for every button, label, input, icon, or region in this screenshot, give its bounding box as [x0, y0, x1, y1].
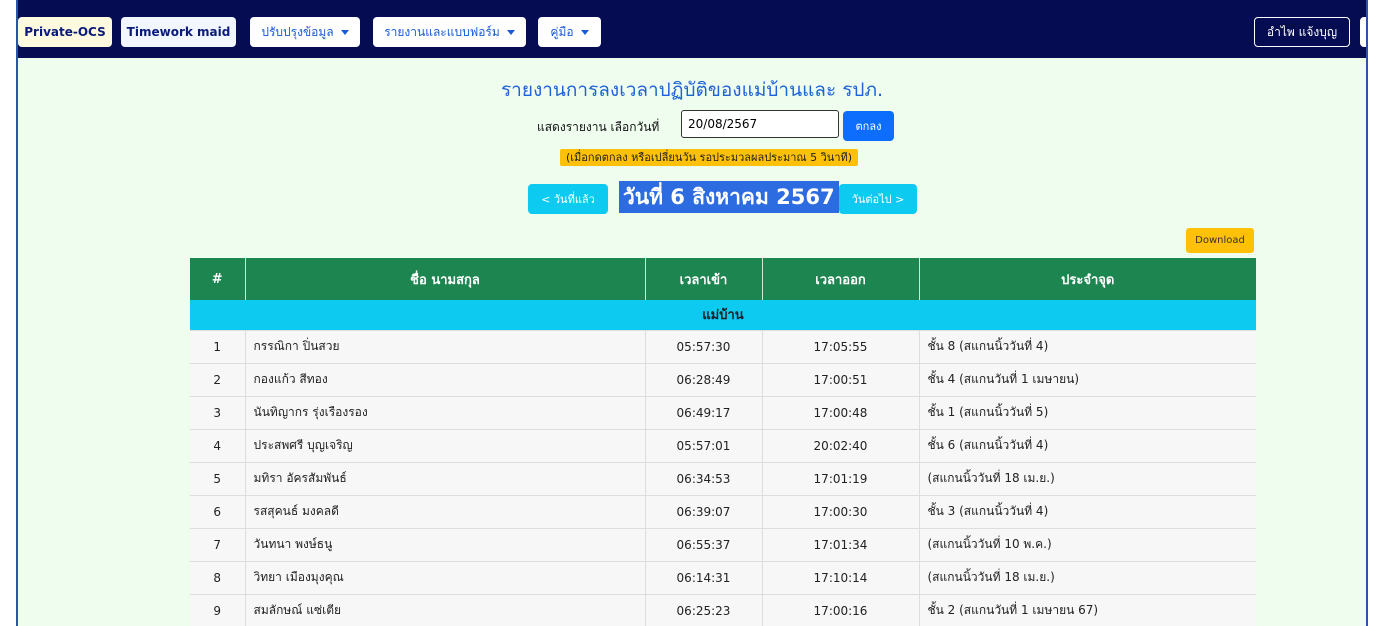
- col-header-time-in: เวลาเข้า: [645, 258, 763, 300]
- ok-button[interactable]: ตกลง: [843, 111, 894, 141]
- brand-button[interactable]: Private-OCS: [18, 17, 112, 47]
- employee-name: ประสพศรี บุญเจริญ: [245, 429, 646, 463]
- time-in: 06:25:23: [645, 594, 763, 626]
- time-in: 06:39:07: [645, 495, 763, 529]
- employee-name: วันทนา พงษ์ธนู: [245, 528, 646, 562]
- employee-name: รสสุคนธ์ มงคลดี: [245, 495, 646, 529]
- user-button[interactable]: อำไพ แจ้งบุญ: [1254, 17, 1350, 47]
- table-row: 3 นันทิญากร รุ่งเรืองรอง 06:49:17 17:00:48 ช…: [190, 396, 1256, 430]
- time-out: 17:01:34: [762, 528, 920, 562]
- time-out: 17:00:48: [762, 396, 920, 430]
- row-number: 3: [190, 396, 246, 430]
- table-row: 8 วิทยา เมืองมุงคุณ 06:14:31 17:10:14 (สแกนน…: [190, 561, 1256, 595]
- chevron-down-icon: [340, 29, 349, 35]
- date-form-label: แสดงรายงาน เลือกวันที่: [537, 120, 660, 134]
- download-button[interactable]: Download: [1186, 228, 1254, 253]
- update-data-menu[interactable]: ปรับปรุงข้อมูล: [250, 17, 360, 47]
- col-header-time-out: เวลาออก: [762, 258, 920, 300]
- table-row: 4 ประสพศรี บุญเจริญ 05:57:01 20:02:40 ชั้น 6…: [190, 429, 1256, 463]
- employee-name: วิทยา เมืองมุงคุณ: [245, 561, 646, 595]
- station: (สแกนนิ้ววันที่ 18 เม.ย.): [919, 462, 1256, 496]
- reports-forms-menu[interactable]: รายงานและแบบฟอร์ม: [373, 17, 526, 47]
- row-number: 7: [190, 528, 246, 562]
- table-row: 2 กองแก้ว สีทอง 06:28:49 17:00:51 ชั้น 4 (สแ…: [190, 363, 1256, 397]
- time-out: 17:10:14: [762, 561, 920, 595]
- group-row-maids: แม่บ้าน: [190, 300, 1256, 331]
- station: (สแกนนิ้ววันที่ 10 พ.ค.): [919, 528, 1256, 562]
- table-row: 7 วันทนา พงษ์ธนู 06:55:37 17:01:34 (สแกนนิ้ว…: [190, 528, 1256, 562]
- time-in: 05:57:30: [645, 330, 763, 364]
- time-in: 06:49:17: [645, 396, 763, 430]
- employee-name: กรรณิกา ปิ่นสวย: [245, 330, 646, 364]
- logout-button[interactable]: [1360, 17, 1366, 47]
- next-day-button[interactable]: วันต่อไป >: [839, 184, 917, 214]
- time-out: 17:00:30: [762, 495, 920, 529]
- update-data-label: ปรับปรุงข้อมูล: [261, 24, 334, 39]
- employee-name: สมลักษณ์ แซ่เตีย: [245, 594, 646, 626]
- time-out: 17:00:51: [762, 363, 920, 397]
- table-row: 9 สมลักษณ์ แซ่เตีย 06:25:23 17:00:16 ชั้น 2 …: [190, 594, 1256, 626]
- current-date-heading: วันที่ 6 สิงหาคม 2567: [619, 181, 839, 213]
- previous-day-button[interactable]: < วันที่แล้ว: [528, 184, 608, 214]
- time-out: 17:05:55: [762, 330, 920, 364]
- station: ชั้น 6 (สแกนนิ้ววันที่ 4): [919, 429, 1256, 463]
- time-out: 17:00:16: [762, 594, 920, 626]
- chevron-down-icon: [506, 29, 515, 35]
- station: ชั้น 1 (สแกนนิ้ววันที่ 5): [919, 396, 1256, 430]
- station: ชั้น 8 (สแกนนิ้ววันที่ 4): [919, 330, 1256, 364]
- row-number: 5: [190, 462, 246, 496]
- station: (สแกนนิ้ววันที่ 18 เม.ย.): [919, 561, 1256, 595]
- attendance-table: # ชื่อ นามสกุล เวลาเข้า เวลาออก ประจำจุด…: [190, 258, 1256, 626]
- timework-maid-button[interactable]: Timework maid: [121, 17, 236, 47]
- employee-name: กองแก้ว สีทอง: [245, 363, 646, 397]
- manual-label: คู่มือ: [550, 24, 574, 39]
- manual-menu[interactable]: คู่มือ: [538, 17, 601, 47]
- time-in: 06:28:49: [645, 363, 763, 397]
- station: ชั้น 2 (สแกนวันที่ 1 เมษายน 67): [919, 594, 1256, 626]
- date-input[interactable]: [681, 110, 839, 138]
- table-row: 6 รสสุคนธ์ มงคลดี 06:39:07 17:00:30 ชั้น 3 (…: [190, 495, 1256, 529]
- employee-name: นันทิญากร รุ่งเรืองรอง: [245, 396, 646, 430]
- time-out: 20:02:40: [762, 429, 920, 463]
- processing-note: (เมื่อกดตกลง หรือเปลี่ยนวัน รอประมวลผลปร…: [560, 149, 859, 166]
- time-in: 06:14:31: [645, 561, 763, 595]
- row-number: 4: [190, 429, 246, 463]
- time-in: 06:55:37: [645, 528, 763, 562]
- app-frame: Private-OCS Timework maid ปรับปรุงข้อมูล…: [16, 0, 1368, 626]
- row-number: 6: [190, 495, 246, 529]
- employee-name: มทิรา อัครสัมพันธ์: [245, 462, 646, 496]
- date-form: แสดงรายงาน เลือกวันที่ ตกลง: [18, 110, 1366, 141]
- time-out: 17:01:19: [762, 462, 920, 496]
- station: ชั้น 4 (สแกนวันที่ 1 เมษายน): [919, 363, 1256, 397]
- time-in: 05:57:01: [645, 429, 763, 463]
- station: ชั้น 3 (สแกนนิ้ววันที่ 4): [919, 495, 1256, 529]
- chevron-down-icon: [580, 29, 589, 35]
- table-row: 1 กรรณิกา ปิ่นสวย 05:57:30 17:05:55 ชั้น 8 (…: [190, 330, 1256, 364]
- col-header-station: ประจำจุด: [919, 258, 1256, 300]
- navbar: Private-OCS Timework maid ปรับปรุงข้อมูล…: [18, 0, 1366, 58]
- col-header-number: #: [190, 258, 246, 300]
- row-number: 1: [190, 330, 246, 364]
- table-row: 5 มทิรา อัครสัมพันธ์ 06:34:53 17:01:19 (สแกน…: [190, 462, 1256, 496]
- col-header-name: ชื่อ นามสกุล: [245, 258, 646, 300]
- reports-forms-label: รายงานและแบบฟอร์ม: [384, 24, 500, 39]
- time-in: 06:34:53: [645, 462, 763, 496]
- row-number: 2: [190, 363, 246, 397]
- row-number: 9: [190, 594, 246, 626]
- row-number: 8: [190, 561, 246, 595]
- table-header-row: # ชื่อ นามสกุล เวลาเข้า เวลาออก ประจำจุด: [190, 258, 1256, 300]
- group-label: แม่บ้าน: [190, 300, 1256, 331]
- page-title: รายงานการลงเวลาปฏิบัติของแม่บ้านและ รปภ.: [500, 79, 884, 101]
